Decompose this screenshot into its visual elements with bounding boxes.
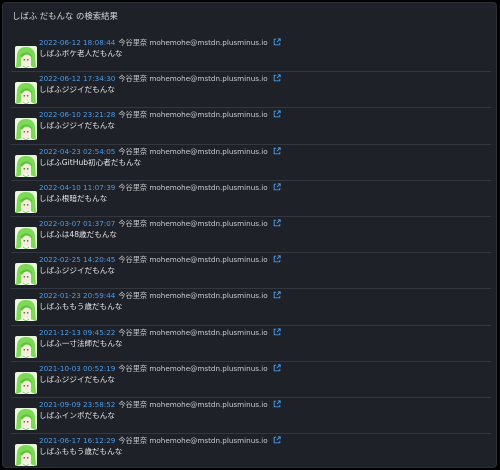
external-link-icon[interactable]	[273, 364, 281, 375]
avatar[interactable]	[15, 335, 37, 358]
search-results-panel: しばふ だもんな の検索結果 2022-06-12 18:08:44 今谷里奈 m…	[2, 2, 497, 468]
post-text: しばふももう歳だもんな	[39, 447, 123, 457]
result-item: 2021-10-03 00:52:19 今谷里奈 mohemohe@mstdn.p…	[11, 362, 491, 398]
post-date-link[interactable]: 2022-02-25 14:20:45	[39, 255, 115, 264]
post-text: しばふGitHub初心者だもんな	[39, 157, 142, 167]
author-name: 今谷里奈 mohemohe@mstdn.plusminus.io	[118, 182, 268, 192]
page: しばふ だもんな の検索結果 2022-06-12 18:08:44 今谷里奈 m…	[0, 0, 500, 470]
external-link-icon[interactable]	[273, 219, 281, 230]
post-text: しばふ一寸法師だもんな	[39, 338, 123, 348]
avatar[interactable]	[15, 407, 37, 430]
post-date-link[interactable]: 2022-04-10 11:07:39	[39, 183, 115, 192]
result-item: 2022-06-12 17:34:30 今谷里奈 mohemohe@mstdn.p…	[11, 72, 491, 109]
post-text: しばふジジイだもんな	[39, 85, 115, 95]
avatar[interactable]	[15, 118, 37, 141]
author-name: 今谷里奈 mohemohe@mstdn.plusminus.io	[118, 218, 268, 228]
result-item: 2021-06-17 16:12:29 今谷里奈 mohemohe@mstdn.p…	[11, 434, 491, 467]
author-name: 今谷里奈 mohemohe@mstdn.plusminus.io	[118, 74, 268, 84]
author-name: 今谷里奈 mohemohe@mstdn.plusminus.io	[118, 327, 268, 337]
avatar[interactable]	[15, 82, 37, 105]
avatar[interactable]	[15, 263, 37, 286]
author-name: 今谷里奈 mohemohe@mstdn.plusminus.io	[118, 38, 268, 47]
page-title: しばふ だもんな の検索結果	[12, 11, 118, 21]
author-name: 今谷里奈 mohemohe@mstdn.plusminus.io	[118, 436, 268, 446]
avatar[interactable]	[15, 226, 37, 249]
post-date-link[interactable]: 2021-12-13 09:45:22	[39, 328, 115, 337]
author-name: 今谷里奈 mohemohe@mstdn.plusminus.io	[118, 399, 268, 409]
avatar[interactable]	[15, 444, 37, 467]
external-link-icon[interactable]	[273, 400, 281, 411]
result-list: 2022-06-12 18:08:44 今谷里奈 mohemohe@mstdn.p…	[11, 36, 491, 467]
author-name: 今谷里奈 mohemohe@mstdn.plusminus.io	[118, 110, 268, 120]
author-name: 今谷里奈 mohemohe@mstdn.plusminus.io	[118, 291, 268, 301]
avatar[interactable]	[15, 154, 37, 177]
avatar[interactable]	[15, 46, 37, 68]
external-link-icon[interactable]	[273, 255, 281, 266]
post-text: しばふももう歳だもんな	[39, 302, 123, 312]
post-text: しばふジジイだもんな	[39, 374, 115, 384]
result-item: 2022-04-10 11:07:39 今谷里奈 mohemohe@mstdn.p…	[11, 181, 491, 217]
post-date-link[interactable]: 2021-09-09 23:58:52	[39, 400, 115, 409]
post-date-link[interactable]: 2021-06-17 16:12:29	[39, 436, 115, 445]
post-date-link[interactable]: 2021-10-03 00:52:19	[39, 364, 115, 373]
external-link-icon[interactable]	[273, 291, 281, 302]
post-text: しばふジジイだもんな	[39, 266, 115, 276]
result-item: 2022-03-07 01:37:07 今谷里奈 mohemohe@mstdn.p…	[11, 217, 491, 254]
post-text: しばふジジイだもんな	[39, 121, 115, 131]
post-text: しばふは48歳だもんな	[39, 229, 118, 239]
external-link-icon[interactable]	[273, 110, 281, 121]
external-link-icon[interactable]	[273, 146, 281, 158]
post-date-link[interactable]: 2022-03-07 01:37:07	[39, 219, 115, 228]
external-link-icon[interactable]	[273, 183, 281, 194]
post-date-link[interactable]: 2022-01-23 20:59:44	[39, 291, 115, 300]
result-item: 2022-06-12 18:08:44 今谷里奈 mohemohe@mstdn.p…	[11, 36, 491, 73]
avatar[interactable]	[15, 190, 37, 213]
post-date-link[interactable]: 2022-04-23 02:54:05	[39, 147, 115, 156]
post-text: しばふ根暗だもんな	[39, 193, 108, 203]
external-link-icon[interactable]	[273, 327, 281, 339]
post-date-link[interactable]: 2022-06-12 17:34:30	[39, 74, 115, 83]
result-item: 2022-06-10 23:21:28 今谷里奈 mohemohe@mstdn.p…	[11, 108, 491, 145]
avatar[interactable]	[15, 371, 37, 394]
external-link-icon[interactable]	[273, 74, 281, 85]
result-item: 2022-04-23 02:54:05 今谷里奈 mohemohe@mstdn.p…	[11, 145, 491, 181]
author-name: 今谷里奈 mohemohe@mstdn.plusminus.io	[118, 255, 268, 265]
author-name: 今谷里奈 mohemohe@mstdn.plusminus.io	[118, 146, 268, 156]
result-item: 2022-01-23 20:59:44 今谷里奈 mohemohe@mstdn.p…	[11, 289, 491, 326]
result-item: 2021-12-13 09:45:22 今谷里奈 mohemohe@mstdn.p…	[11, 326, 491, 362]
post-date-link[interactable]: 2022-06-12 18:08:44	[39, 38, 115, 47]
post-text: しばふインポだもんな	[39, 410, 115, 420]
post-date-link[interactable]: 2022-06-10 23:21:28	[39, 110, 115, 119]
post-text: しばふボケ老人だもんな	[39, 49, 123, 58]
author-name: 今谷里奈 mohemohe@mstdn.plusminus.io	[118, 363, 268, 373]
external-link-icon[interactable]	[273, 436, 281, 447]
avatar[interactable]	[15, 299, 37, 322]
external-link-icon[interactable]	[273, 38, 281, 49]
result-item: 2021-09-09 23:58:52 今谷里奈 mohemohe@mstdn.p…	[11, 398, 491, 435]
result-item: 2022-02-25 14:20:45 今谷里奈 mohemohe@mstdn.p…	[11, 253, 491, 290]
